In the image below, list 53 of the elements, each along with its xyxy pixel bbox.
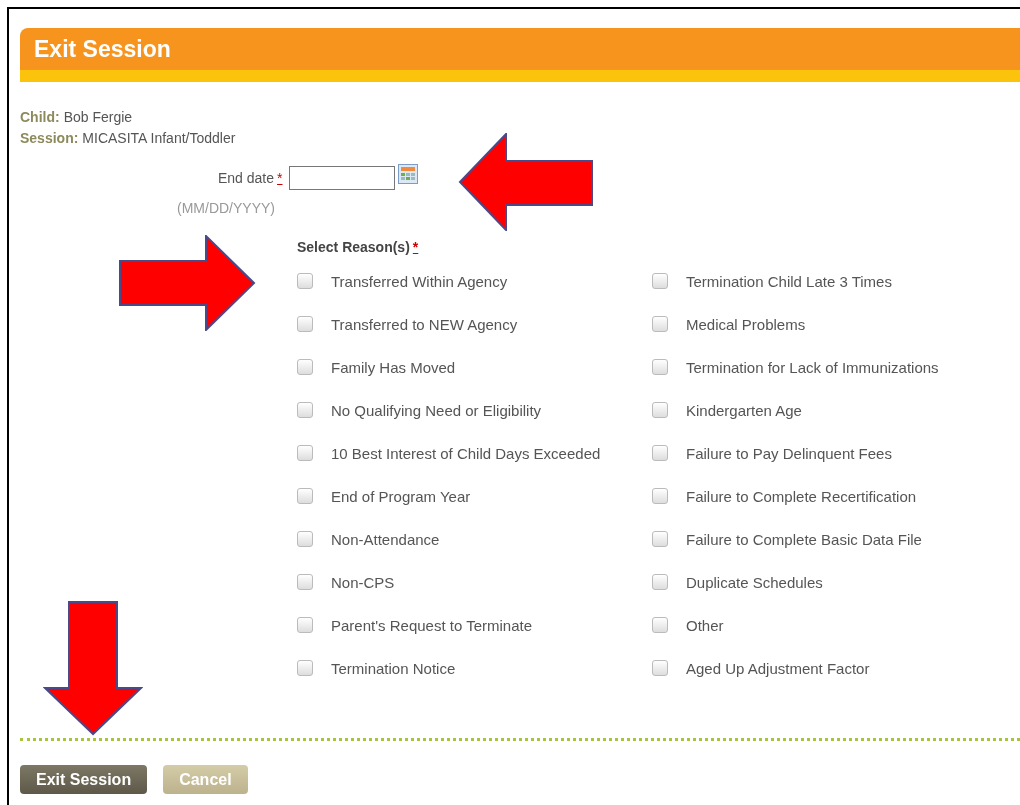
- checkbox-label: Aged Up Adjustment Factor: [686, 659, 870, 677]
- required-mark: *: [277, 170, 283, 186]
- checkbox[interactable]: [652, 445, 668, 461]
- checkbox-label: Termination Child Late 3 Times: [686, 272, 892, 290]
- date-format-hint: (MM/DD/YYYY): [176, 200, 276, 216]
- checkbox[interactable]: [297, 445, 313, 461]
- checkbox[interactable]: [297, 359, 313, 375]
- checkbox-label: Medical Problems: [686, 315, 806, 333]
- checkbox-label: Non-CPS: [331, 573, 395, 591]
- checkbox[interactable]: [652, 531, 668, 547]
- checkbox[interactable]: [297, 531, 313, 547]
- checkbox-label: Kindergarten Age: [686, 401, 802, 419]
- checkbox-label: Non-Attendance: [331, 530, 440, 548]
- checkbox[interactable]: [297, 574, 313, 590]
- checkbox[interactable]: [652, 402, 668, 418]
- checkbox[interactable]: [652, 574, 668, 590]
- field-value: MICASITA Infant/Toddler: [82, 130, 236, 146]
- checkbox[interactable]: [297, 402, 313, 418]
- checkbox[interactable]: [652, 273, 668, 289]
- checkbox[interactable]: [652, 488, 668, 504]
- checkbox-label: Termination Notice: [331, 659, 456, 677]
- checkbox-label: End of Program Year: [331, 487, 471, 505]
- checkbox-label: Family Has Moved: [331, 358, 456, 376]
- reasons-label: Select Reason(s): [297, 239, 410, 255]
- checkbox[interactable]: [297, 660, 313, 676]
- checkbox-label: Other: [686, 616, 724, 634]
- checkbox[interactable]: [652, 617, 668, 633]
- checkbox-label: 10 Best Interest of Child Days Exceeded: [331, 444, 601, 462]
- checkbox[interactable]: [297, 316, 313, 332]
- field-label: Session:: [20, 130, 79, 146]
- checkbox-label: Termination for Lack of Immunizations: [686, 358, 939, 376]
- checkbox[interactable]: [652, 316, 668, 332]
- checkbox-label: Transferred to NEW Agency: [331, 315, 518, 333]
- checkbox-label: No Qualifying Need or Eligibility: [331, 401, 542, 419]
- checkbox-label: Failure to Complete Basic Data File: [686, 530, 922, 548]
- checkbox-label: Failure to Complete Recertification: [686, 487, 917, 505]
- calendar-icon[interactable]: [397, 164, 418, 184]
- dialog-title: Exit Session: [34, 35, 171, 63]
- checkbox[interactable]: [652, 359, 668, 375]
- checkbox[interactable]: [297, 617, 313, 633]
- exit-session-button[interactable]: Exit Session: [20, 765, 148, 794]
- checkbox[interactable]: [652, 660, 668, 676]
- checkbox[interactable]: [297, 488, 313, 504]
- checkbox[interactable]: [297, 273, 313, 289]
- checkbox-label: Transferred Within Agency: [331, 272, 508, 290]
- end-date-field[interactable]: [288, 166, 395, 190]
- checkbox-label: Duplicate Schedules: [686, 573, 823, 591]
- field-value: Bob Fergie: [63, 109, 133, 125]
- checkbox-label: Failure to Pay Delinquent Fees: [686, 444, 892, 462]
- field-label: Child:: [20, 109, 60, 125]
- checkbox-label: Parent's Request to Terminate: [331, 616, 533, 634]
- end-date-label: End date: [218, 170, 275, 186]
- required-mark: *: [412, 239, 419, 255]
